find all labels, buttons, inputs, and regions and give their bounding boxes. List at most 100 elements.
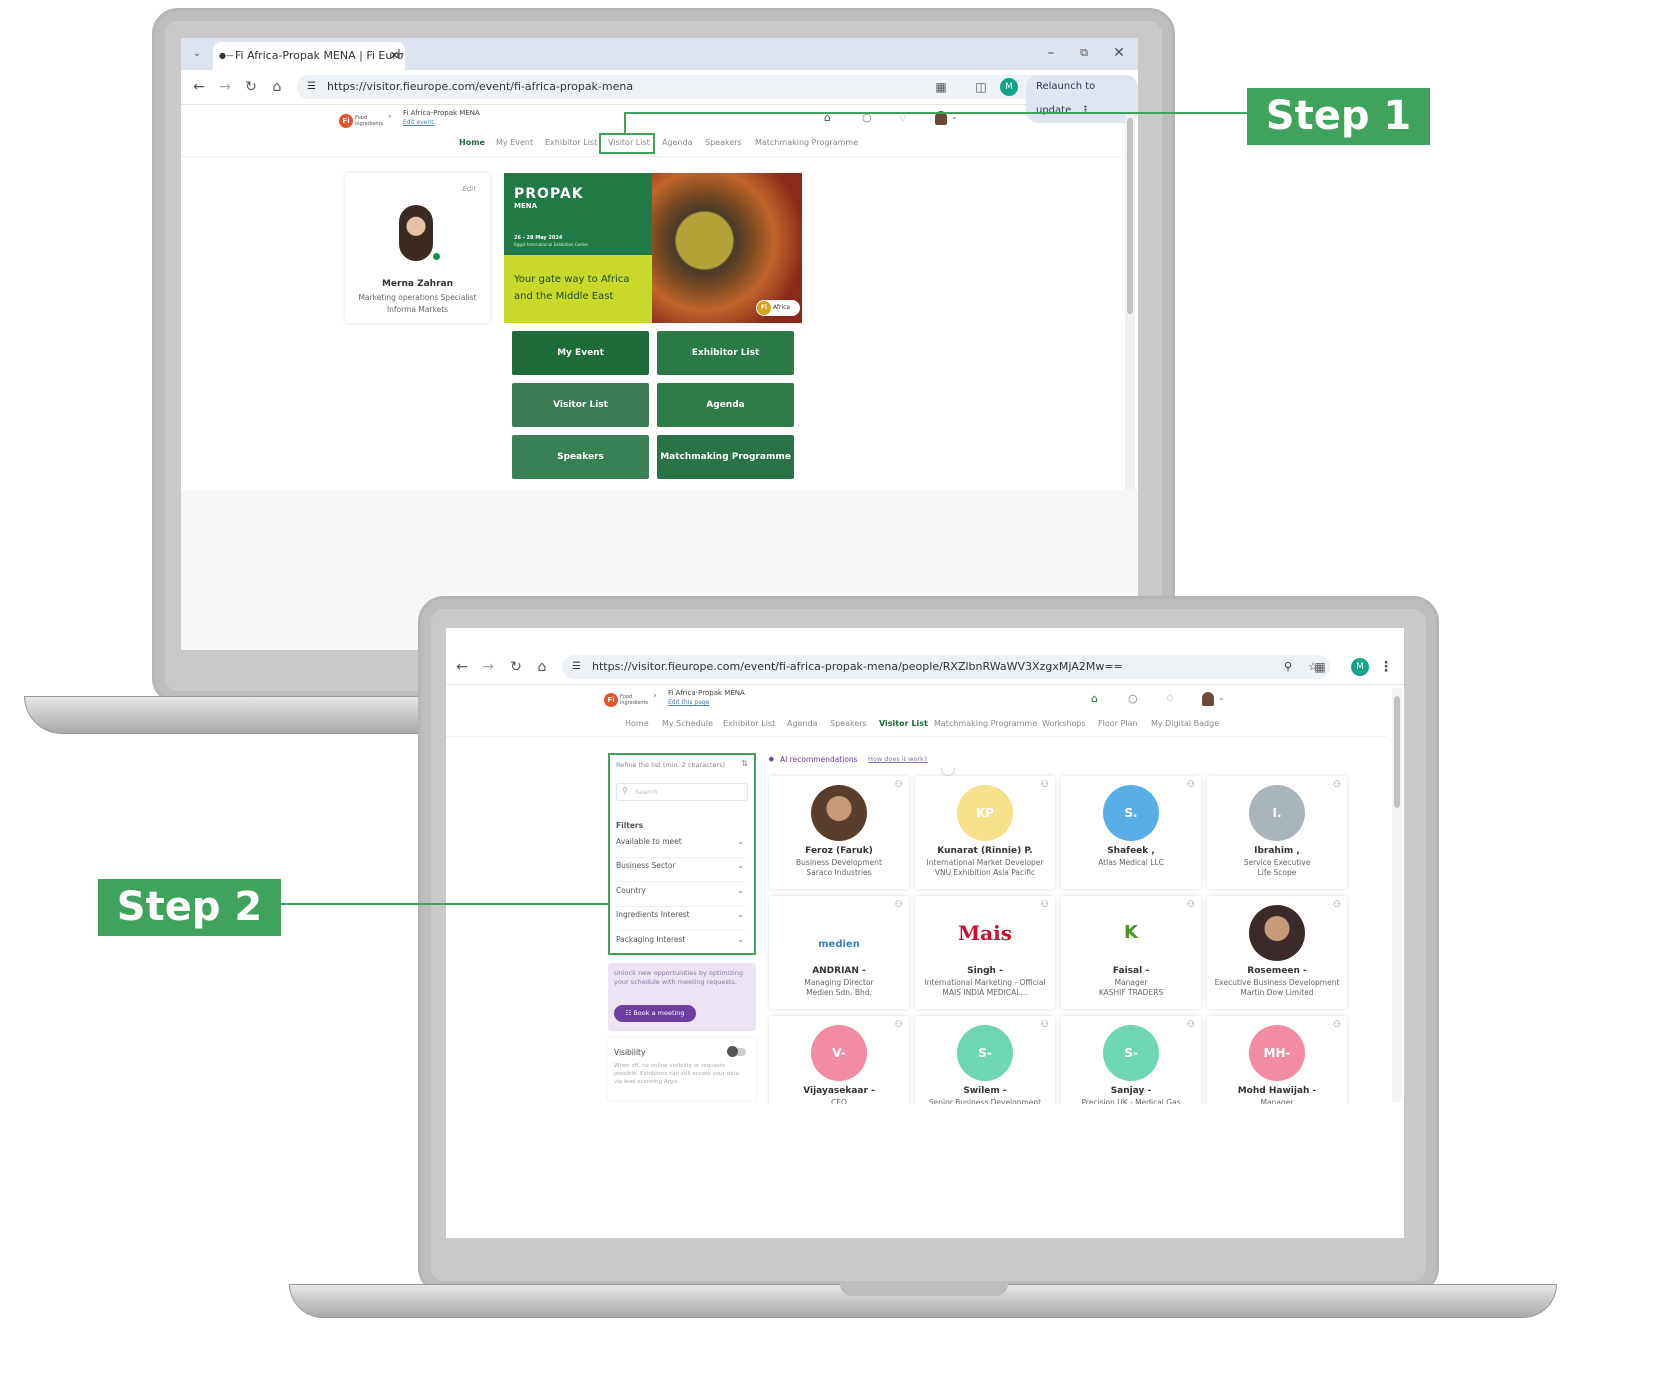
person-card[interactable]: medien ⚇ ANDRIAN - Managing Director Medien … [769, 896, 909, 1009]
site-settings-icon[interactable]: ☰ [572, 655, 581, 679]
connect-user-icon[interactable]: ⚇ [1041, 780, 1049, 790]
filters-panel: Refine the list (min. 2 characters) ⇅ ⚲ … [608, 753, 756, 955]
nav-floor-plan[interactable]: Floor Plan [1098, 719, 1137, 728]
relaunch-button[interactable]: Relaunch to update ⋮ [1026, 75, 1138, 123]
nav-home[interactable]: Home [459, 138, 485, 147]
user-menu-chevron-icon[interactable]: ⌄ [1218, 693, 1225, 702]
new-tab-icon[interactable]: + [389, 44, 409, 64]
sort-icon[interactable]: ⇅ [741, 759, 748, 768]
reload-icon[interactable]: ↻ [506, 657, 526, 677]
carousel-handle[interactable] [941, 768, 955, 776]
filter-business-sector[interactable]: Business Sector ⌄ [616, 861, 746, 882]
tile-speakers[interactable]: Speakers [512, 435, 649, 479]
edit-event-link[interactable]: Edit event [403, 119, 434, 126]
notifications-bell-icon[interactable]: ♢ [1165, 692, 1175, 705]
home-icon[interactable]: ⌂ [532, 657, 552, 677]
back-icon[interactable]: ← [452, 657, 472, 677]
person-card[interactable]: ⚇ Rosemeen - Executive Business Developmen… [1207, 896, 1347, 1009]
connect-user-icon[interactable]: ⚇ [895, 1020, 903, 1030]
ai-how-link[interactable]: How does it work? [868, 755, 927, 763]
bottom-scrollbar-thumb[interactable] [1394, 696, 1400, 808]
profile-avatar[interactable]: M [1351, 658, 1369, 676]
connect-user-icon[interactable]: ⚇ [1041, 900, 1049, 910]
nav-agenda[interactable]: Agenda [662, 138, 693, 147]
tab-title: Fi Africa-Propak MENA | Fi Euro [235, 49, 404, 62]
extensions-icon[interactable]: ▦ [931, 77, 951, 97]
edit-event-link[interactable]: Edit this page [668, 699, 709, 706]
connect-user-icon[interactable]: ⚇ [1333, 900, 1341, 910]
user-avatar[interactable] [1202, 692, 1214, 706]
reload-icon[interactable]: ↻ [241, 77, 261, 97]
window-close-icon[interactable]: ✕ [1109, 43, 1129, 63]
home-icon[interactable]: ⌂ [267, 77, 287, 97]
profile-avatar[interactable]: M [1000, 78, 1018, 96]
connect-user-icon[interactable]: ⚇ [1333, 1020, 1341, 1030]
search-input[interactable]: ⚲ Search [616, 783, 748, 801]
filter-ingredients-interest[interactable]: Ingredients Interest ⌄ [616, 910, 746, 931]
nav-speakers[interactable]: Speakers [705, 138, 742, 147]
connect-user-icon[interactable]: ⚇ [1333, 780, 1341, 790]
kebab-menu-icon[interactable]: ⋮ [1376, 657, 1396, 677]
minimize-icon[interactable]: – [1041, 43, 1061, 63]
nav-workshops[interactable]: Workshops [1042, 719, 1086, 728]
connect-user-icon[interactable]: ⚇ [895, 900, 903, 910]
visibility-toggle[interactable] [727, 1046, 746, 1057]
connect-user-icon[interactable]: ⚇ [1041, 1020, 1049, 1030]
person-card[interactable]: ⚇ Feroz (Faruk) Business Development Saraco… [769, 776, 909, 889]
top-browser-tab[interactable]: ●— Fi Africa-Propak MENA | Fi Euro ✕ [213, 42, 405, 70]
fi-logo-icon[interactable]: Fi [604, 693, 618, 707]
back-icon[interactable]: ← [189, 77, 209, 97]
connect-user-icon[interactable]: ⚇ [1187, 1020, 1195, 1030]
filter-country[interactable]: Country ⌄ [616, 886, 746, 907]
zoom-icon[interactable]: ⚲ [1284, 655, 1292, 679]
person-card[interactable]: K ⚇ Faisal - Manager KASHIF TRADERS [1061, 896, 1201, 1009]
step1-connector-horizontal [624, 112, 1248, 114]
nav-exhibitor-list[interactable]: Exhibitor List [545, 138, 597, 147]
tile-matchmaking[interactable]: Matchmaking Programme [657, 435, 794, 479]
extensions-icon[interactable]: ▦ [1310, 657, 1330, 677]
book-meeting-button[interactable]: ☷ Book a meeting [614, 1005, 696, 1022]
fi-logo-icon[interactable]: Fi [339, 114, 353, 128]
person-card[interactable]: S. ⚇ Shafeek , Atlas Medical LLC [1061, 776, 1201, 889]
nav-matchmaking[interactable]: Matchmaking Programme [755, 138, 858, 147]
bottom-url-bar[interactable]: ☰ https://visitor.fieurope.com/event/fi-… [562, 655, 1330, 679]
header-divider [446, 736, 1386, 737]
connect-user-icon[interactable]: ⚇ [895, 780, 903, 790]
nav-home-icon[interactable]: ⌂ [1091, 692, 1098, 705]
person-card[interactable]: Mais ⚇ Singh - International Marketing - Of… [915, 896, 1055, 1009]
tile-my-event[interactable]: My Event [512, 331, 649, 375]
nav-speakers[interactable]: Speakers [830, 719, 867, 728]
filter-label: Available to meet [616, 837, 682, 846]
filter-packaging-interest[interactable]: Packaging Interest ⌄ [616, 935, 746, 953]
nav-agenda[interactable]: Agenda [787, 719, 818, 728]
nav-digital-badge[interactable]: My Digital Badge [1151, 719, 1219, 728]
nav-matchmaking[interactable]: Matchmaking Programme [934, 719, 1037, 728]
connect-user-icon[interactable]: ⚇ [1187, 900, 1195, 910]
nav-my-event[interactable]: My Event [496, 138, 533, 147]
tab-list-icon[interactable]: ⌄ [187, 44, 207, 64]
filter-available-to-meet[interactable]: Available to meet ⌄ [616, 837, 746, 858]
profile-edit-link[interactable]: Edit [462, 185, 476, 193]
nav-my-schedule[interactable]: My Schedule [662, 719, 713, 728]
tile-visitor-list[interactable]: Visitor List [512, 383, 649, 427]
toggle-knob [727, 1046, 738, 1057]
tile-exhibitor-list[interactable]: Exhibitor List [657, 331, 794, 375]
restore-icon[interactable]: ⧉ [1074, 43, 1094, 63]
nav-home[interactable]: Home [625, 719, 649, 728]
messages-icon[interactable]: ○ [1128, 692, 1138, 705]
event-name: Fi Africa-Propak MENA [668, 689, 745, 697]
person-card[interactable]: KP ⚇ Kunarat (Rinnie) P. International Mark… [915, 776, 1055, 889]
connect-user-icon[interactable]: ⚇ [1187, 780, 1195, 790]
site-settings-icon[interactable]: ☰ [307, 75, 316, 99]
top-scrollbar-thumb[interactable] [1127, 118, 1133, 314]
person-company: VNU Exhibition Asia Pacific [934, 868, 1036, 877]
tile-agenda[interactable]: Agenda [657, 383, 794, 427]
forward-icon[interactable]: → [478, 657, 498, 677]
nav-visitor-list[interactable]: Visitor List [879, 719, 928, 728]
person-card[interactable]: I. ⚇ Ibrahim , Service Executive Life Scope [1207, 776, 1347, 889]
nav-exhibitor-list[interactable]: Exhibitor List [723, 719, 775, 728]
forward-icon[interactable]: → [215, 77, 235, 97]
person-name: Vijayasekaar - [803, 1086, 875, 1096]
sidepanel-icon[interactable]: ◫ [971, 77, 991, 97]
kebab-menu-icon[interactable]: ⋮ [1080, 105, 1090, 116]
